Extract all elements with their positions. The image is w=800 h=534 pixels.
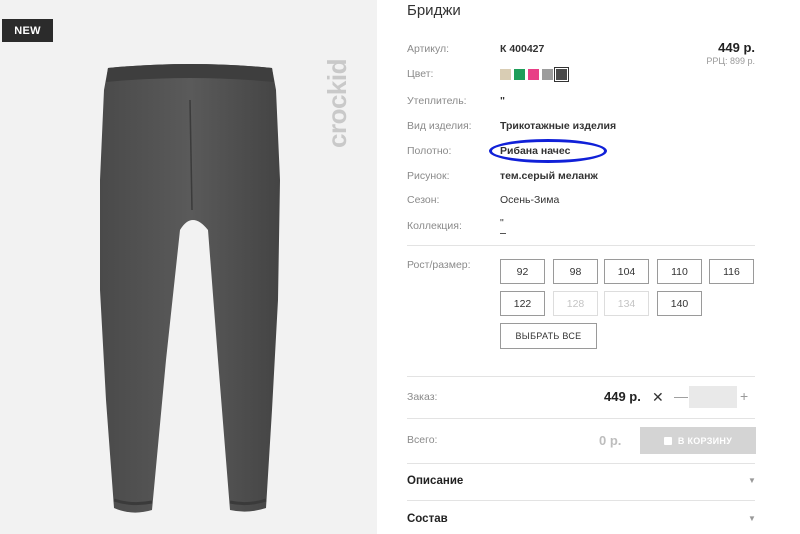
product-price: 449 р.	[718, 40, 755, 55]
spec-label-pattern: Рисунок:	[407, 170, 450, 182]
color-swatch-green[interactable]	[514, 69, 525, 80]
spec-value-collection: "	[500, 217, 504, 229]
color-swatch-dark-gray[interactable]	[554, 67, 569, 82]
divider	[407, 245, 755, 246]
product-photo[interactable]: NEW crockid	[0, 0, 377, 534]
brand-logo-text: crockid	[322, 59, 352, 148]
size-option-134: 134	[604, 291, 649, 316]
total-label: Всего:	[407, 434, 438, 446]
size-option-98[interactable]: 98	[553, 259, 598, 284]
color-swatches	[500, 67, 569, 82]
quantity-increase-button[interactable]: +	[740, 388, 748, 404]
divider	[407, 418, 755, 419]
spec-value-article: К 400427	[500, 43, 545, 55]
spec-label-insulation: Утеплитель:	[407, 95, 467, 107]
brand-logo: crockid	[306, 14, 366, 154]
size-option-92[interactable]: 92	[500, 259, 545, 284]
spec-label-color: Цвет:	[407, 68, 434, 80]
size-option-128: 128	[553, 291, 598, 316]
divider	[407, 463, 755, 464]
spec-value-insulation: "	[500, 95, 505, 107]
spec-label-type: Вид изделия:	[407, 120, 472, 132]
product-title: Бриджи	[407, 2, 461, 19]
chevron-down-icon[interactable]: ▼	[748, 476, 756, 485]
size-option-140[interactable]: 140	[657, 291, 702, 316]
quantity-decrease-button[interactable]: —	[674, 388, 688, 404]
spec-value-season: Осень-Зима	[500, 194, 560, 206]
quantity-input[interactable]	[689, 386, 737, 408]
order-label: Заказ:	[407, 391, 438, 403]
divider	[407, 376, 755, 377]
order-price: 449 р.	[604, 389, 641, 404]
accordion-description[interactable]: Описание	[407, 475, 463, 487]
select-all-sizes-button[interactable]: ВЫБРАТЬ ВСЕ	[500, 323, 597, 349]
multiply-icon: ✕	[652, 389, 664, 405]
total-value: 0 р.	[599, 433, 622, 448]
divider	[407, 500, 755, 501]
annotation-ellipse	[489, 139, 607, 163]
size-label: Рост/размер:	[407, 259, 471, 271]
new-badge: NEW	[2, 19, 53, 42]
pants-image	[100, 64, 280, 513]
add-to-cart-button[interactable]: В КОРЗИНУ	[640, 427, 756, 454]
spec-label-collection: Коллекция:	[407, 220, 462, 232]
spec-label-article: Артикул:	[407, 43, 450, 55]
spec-value-type: Трикотажные изделия	[500, 120, 617, 132]
add-to-cart-label: В КОРЗИНУ	[677, 435, 733, 446]
product-page: NEW crockid Бриджи 449 р. РРЦ: 899 р. Ар…	[0, 0, 800, 534]
size-option-122[interactable]: 122	[500, 291, 545, 316]
size-option-110[interactable]: 110	[657, 259, 702, 284]
color-swatch-beige[interactable]	[500, 69, 511, 80]
spec-label-season: Сезон:	[407, 194, 440, 206]
collection-dash	[500, 233, 506, 234]
chevron-down-icon[interactable]: ▼	[748, 514, 756, 523]
color-swatch-pink[interactable]	[528, 69, 539, 80]
rrp-price: РРЦ: 899 р.	[706, 56, 755, 66]
accordion-composition[interactable]: Состав	[407, 513, 448, 525]
size-option-104[interactable]: 104	[604, 259, 649, 284]
spec-value-pattern: тем.серый меланж	[500, 170, 598, 182]
spec-label-fabric: Полотно:	[407, 145, 452, 157]
size-option-116[interactable]: 116	[709, 259, 754, 284]
cart-bag-icon	[663, 436, 672, 445]
color-swatch-gray[interactable]	[542, 69, 553, 80]
